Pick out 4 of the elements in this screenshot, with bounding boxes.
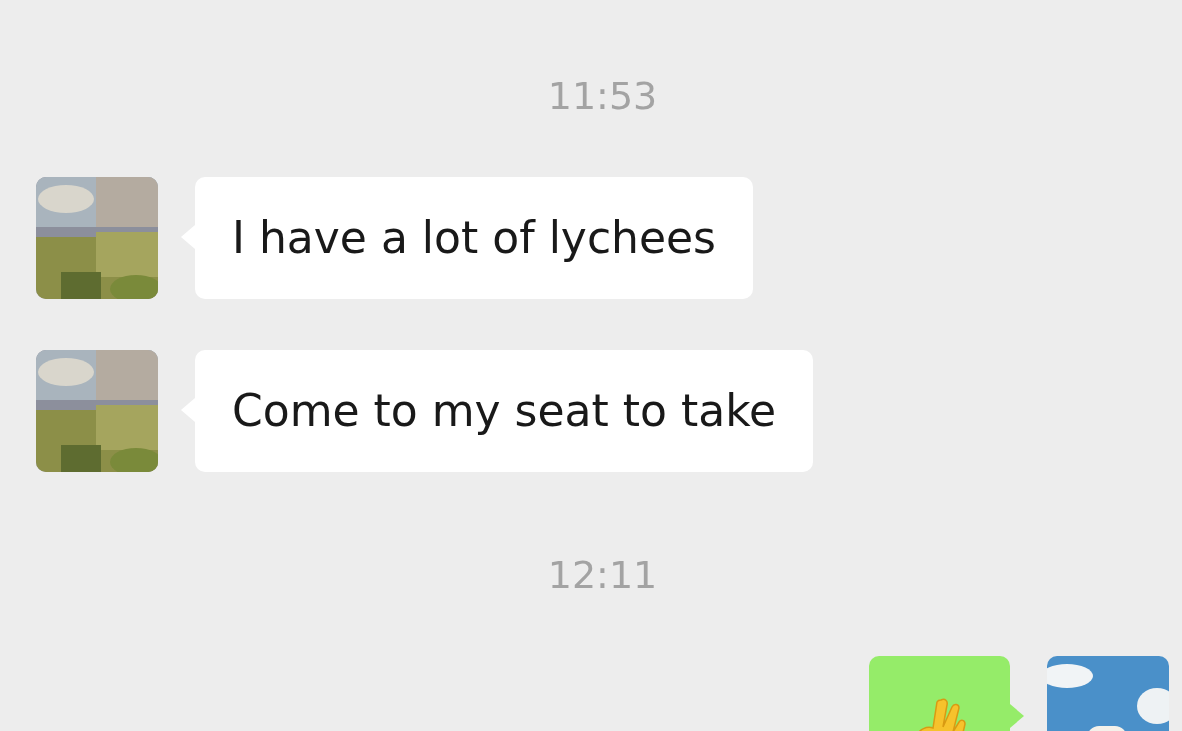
message-time: 11:53 xyxy=(547,74,658,118)
message-time: 12:11 xyxy=(547,553,658,597)
message-text: Come to my seat to take xyxy=(232,384,777,438)
message-text: I have a lot of lychees xyxy=(232,211,717,265)
